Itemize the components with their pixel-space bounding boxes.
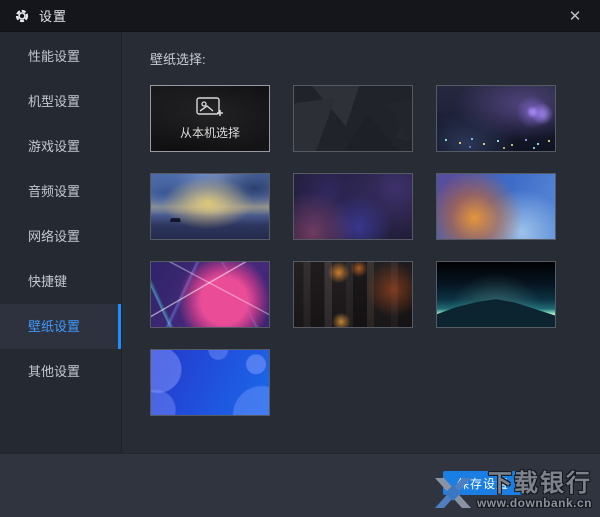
sidebar-item-other[interactable]: 其他设置 xyxy=(0,349,121,394)
wallpaper-thumb-orange-blue-gradient[interactable] xyxy=(436,173,556,240)
city-lights-dots xyxy=(445,139,447,141)
close-icon[interactable]: ✕ xyxy=(560,0,590,32)
local-picker-label: 从本机选择 xyxy=(180,124,240,141)
window-title: 设置 xyxy=(39,6,67,25)
sidebar-item-wallpaper[interactable]: 壁纸设置 xyxy=(0,304,121,349)
mountain-silhouette xyxy=(437,293,555,327)
wallpaper-thumb-rainy-city[interactable] xyxy=(293,261,413,328)
sidebar-item-audio[interactable]: 音频设置 xyxy=(0,169,121,214)
wallpaper-local-picker-tile[interactable]: 从本机选择 xyxy=(150,85,270,152)
image-plus-icon xyxy=(195,96,225,120)
wallpaper-thumb-teal-mountain[interactable] xyxy=(436,261,556,328)
sidebar-item-network[interactable]: 网络设置 xyxy=(0,214,121,259)
wallpaper-grid: 从本机选择 xyxy=(150,85,600,416)
wallpaper-settings-panel: 壁纸选择: 从本机选择 xyxy=(122,32,600,453)
wallpaper-thumb-sea-sky-painting[interactable] xyxy=(150,173,270,240)
wallpaper-section-label: 壁纸选择: xyxy=(150,51,600,69)
wallpaper-thumb-purple-blur[interactable] xyxy=(293,173,413,240)
boat-silhouette xyxy=(170,218,181,222)
gear-icon xyxy=(14,8,30,24)
sidebar-item-shortcuts[interactable]: 快捷键 xyxy=(0,259,121,304)
titlebar: 设置 ✕ xyxy=(0,0,600,32)
wallpaper-thumb-night-city[interactable] xyxy=(436,85,556,152)
sidebar: 性能设置 机型设置 游戏设置 音频设置 网络设置 快捷键 壁纸设置 其他设置 xyxy=(0,32,122,453)
sidebar-item-performance[interactable]: 性能设置 xyxy=(0,34,121,79)
sidebar-item-device-model[interactable]: 机型设置 xyxy=(0,79,121,124)
wallpaper-thumb-blue-bokeh[interactable] xyxy=(150,349,270,416)
wallpaper-thumb-neon-balloon[interactable] xyxy=(150,261,270,328)
content-area: 性能设置 机型设置 游戏设置 音频设置 网络设置 快捷键 壁纸设置 其他设置 壁… xyxy=(0,32,600,453)
footer-bar: 保存设置 xyxy=(0,453,600,517)
wallpaper-thumb-dark-geometric[interactable] xyxy=(293,85,413,152)
sidebar-item-game[interactable]: 游戏设置 xyxy=(0,124,121,169)
save-settings-button[interactable]: 保存设置 xyxy=(443,471,523,495)
